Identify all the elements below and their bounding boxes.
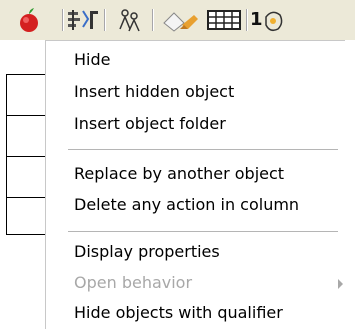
menu-item-hide-objects-with-qualifier[interactable]: Hide objects with qualifier bbox=[74, 300, 283, 326]
toolbar: 1 bbox=[0, 0, 355, 40]
toolbar-separator bbox=[152, 9, 154, 31]
menu-item-hide[interactable]: Hide bbox=[74, 47, 110, 73]
menu-item-insert-object-folder[interactable]: Insert object folder bbox=[74, 111, 226, 137]
menu-item-display-properties[interactable]: Display properties bbox=[74, 239, 220, 265]
context-menu: Hide Insert hidden object Insert object … bbox=[45, 40, 345, 329]
menu-separator bbox=[68, 149, 338, 150]
menu-item-delete-any-action-in-column[interactable]: Delete any action in column bbox=[74, 192, 299, 218]
submenu-arrow-icon bbox=[338, 279, 343, 289]
toolbar-separator bbox=[104, 9, 106, 31]
eraser-icon[interactable] bbox=[160, 7, 200, 33]
menu-item-open-behavior[interactable]: Open behavior bbox=[74, 270, 192, 296]
grid-icon[interactable] bbox=[206, 7, 242, 33]
object-properties-icon[interactable] bbox=[66, 7, 100, 33]
toolbar-separator bbox=[62, 9, 64, 31]
red-apple-icon[interactable] bbox=[14, 7, 44, 33]
menu-item-insert-hidden-object[interactable]: Insert hidden object bbox=[74, 79, 234, 105]
numbered-object-icon[interactable]: 1 bbox=[250, 7, 290, 33]
toolbar-separator bbox=[246, 9, 248, 31]
menu-item-replace-by-another-object[interactable]: Replace by another object bbox=[74, 161, 284, 187]
object-grid bbox=[0, 40, 66, 240]
screenshot-stage: 1 Hide Insert hidden object Insert objec… bbox=[0, 0, 355, 329]
menu-separator bbox=[68, 231, 338, 232]
people-icon[interactable] bbox=[112, 7, 146, 33]
